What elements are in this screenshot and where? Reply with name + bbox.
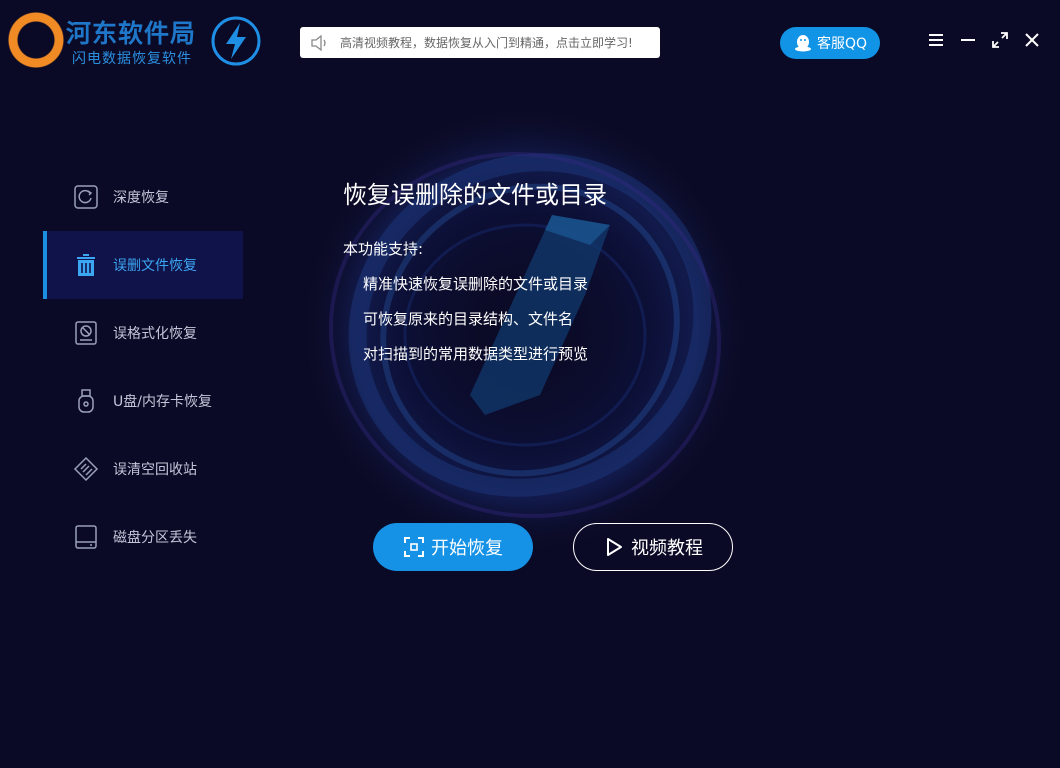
sidebar-nav: 深度恢复 误删文件恢复 误格式化恢复 U盘/内存卡恢复 误清空回收站 磁盘分区丢… (43, 163, 243, 571)
format-disk-icon (73, 320, 99, 346)
close-icon[interactable] (1022, 30, 1042, 50)
video-tutorial-button[interactable]: 视频教程 (573, 523, 733, 571)
app-logo: 河东软件局 闪电数据恢复软件 (6, 10, 262, 72)
sidebar-item-label: 误格式化恢复 (113, 326, 197, 342)
sidebar-item-label: U盘/内存卡恢复 (113, 394, 212, 410)
customer-service-qq-button[interactable]: 客服QQ (780, 27, 880, 59)
play-icon (603, 536, 625, 558)
recycle-bin-icon (73, 456, 99, 482)
sidebar-item-deep-recovery[interactable]: 深度恢复 (43, 163, 243, 231)
sidebar-item-format-recovery[interactable]: 误格式化恢复 (43, 299, 243, 367)
logo-title: 河东软件局 (66, 19, 197, 48)
logo-subtitle: 闪电数据恢复软件 (72, 51, 192, 67)
start-recovery-label: 开始恢复 (431, 538, 503, 559)
menu-icon[interactable] (926, 30, 946, 50)
notice-text[interactable]: 高清视频教程，数据恢复从入门到精通，点击立即学习! (340, 34, 633, 51)
feature-item: 可恢复原来的目录结构、文件名 (363, 310, 574, 328)
sidebar-item-deleted-file-recovery[interactable]: 误删文件恢复 (43, 231, 243, 299)
disk-partition-icon (73, 524, 99, 550)
feature-item: 精准快速恢复误删除的文件或目录 (363, 275, 589, 293)
feature-item: 对扫描到的常用数据类型进行预览 (363, 345, 589, 363)
sidebar-item-label: 误删文件恢复 (113, 258, 197, 274)
sidebar-item-label: 磁盘分区丢失 (113, 530, 197, 546)
speaker-icon (310, 34, 332, 52)
sidebar-item-label: 深度恢复 (113, 190, 169, 206)
trash-icon (73, 252, 99, 278)
notice-bar[interactable]: 高清视频教程，数据恢复从入门到精通，点击立即学习! (300, 27, 660, 58)
qq-label: 客服QQ (816, 36, 868, 52)
maximize-icon[interactable] (990, 30, 1010, 50)
video-tutorial-label: 视频教程 (631, 538, 703, 559)
scan-frame-icon (403, 536, 425, 558)
start-recovery-button[interactable]: 开始恢复 (373, 523, 533, 571)
usb-icon (73, 388, 99, 414)
sidebar-item-label: 误清空回收站 (113, 462, 197, 478)
page-title: 恢复误删除的文件或目录 (343, 181, 607, 209)
deep-recovery-icon (73, 184, 99, 210)
background-swirl-graphic (300, 105, 750, 555)
minimize-icon[interactable] (958, 30, 978, 50)
logo-ring-icon (8, 12, 64, 68)
window-controls (926, 30, 1042, 50)
sidebar-item-usb-card-recovery[interactable]: U盘/内存卡恢复 (43, 367, 243, 435)
support-heading: 本功能支持: (343, 240, 424, 258)
qq-penguin-icon (794, 35, 811, 52)
sidebar-item-partition-loss[interactable]: 磁盘分区丢失 (43, 503, 243, 571)
sidebar-item-recycle-bin[interactable]: 误清空回收站 (43, 435, 243, 503)
title-bar: 河东软件局 闪电数据恢复软件 高清视频教程，数据恢复从入门到精通，点击立即学习!… (0, 0, 1060, 84)
lightning-bolt-icon (211, 16, 261, 66)
